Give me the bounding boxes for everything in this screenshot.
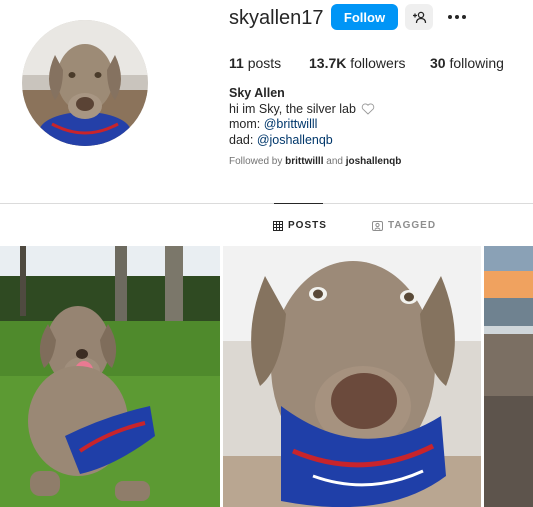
stat-posts: 11 posts [229, 55, 281, 71]
following-label: following [449, 55, 504, 71]
bio-line: hi im Sky, the silver lab [229, 102, 375, 118]
followers-label: followers [350, 55, 406, 71]
mom-mention-link[interactable]: @brittwilll [264, 117, 318, 131]
followed-by-user2[interactable]: joshallenqb [346, 156, 402, 167]
dad-mention-link[interactable]: @joshallenqb [257, 133, 333, 147]
followed-by-prefix: Followed by [229, 156, 286, 167]
follow-button[interactable]: Follow [331, 4, 398, 30]
followed-by-user1[interactable]: brittwilll [285, 156, 323, 167]
post-image-dog-closeup [223, 246, 481, 507]
active-tab-indicator [274, 203, 323, 204]
profile-username: skyallen17 [229, 7, 324, 29]
bio-dad-prefix: dad: [229, 132, 257, 147]
profile-full-name: Sky Allen [229, 86, 285, 100]
stat-followers[interactable]: 13.7K followers [309, 55, 406, 71]
more-horizontal-icon [448, 15, 466, 19]
post-image-beach-sunset [484, 246, 533, 507]
tab-tagged[interactable]: TAGGED [372, 220, 436, 231]
tabs-divider [0, 203, 533, 204]
stat-following[interactable]: 30 following [430, 55, 504, 71]
more-options-button[interactable] [444, 6, 470, 28]
post-tile-1[interactable] [0, 246, 220, 507]
following-count: 30 [430, 55, 446, 71]
suggested-accounts-button[interactable] [405, 4, 433, 30]
post-image-dog-in-grass [0, 246, 220, 507]
add-person-icon [412, 11, 426, 23]
followed-by[interactable]: Followed by brittwilll and joshallenqb [229, 156, 401, 167]
bio-text: hi im Sky, the silver lab [229, 101, 356, 116]
avatar-dog-image [22, 20, 148, 146]
tagged-icon [372, 220, 383, 231]
bio-dad-line: dad: @joshallenqb [229, 133, 375, 149]
tab-posts-label: POSTS [288, 220, 327, 231]
posts-label: posts [247, 55, 282, 71]
post-tile-2[interactable] [223, 246, 481, 507]
post-tile-3[interactable] [484, 246, 533, 507]
bio-mom-prefix: mom: [229, 117, 264, 131]
bio-mom-line: mom: @brittwilll [229, 117, 375, 133]
grid-icon [273, 220, 283, 231]
profile-bio: Sky Allen hi im Sky, the silver lab mom:… [229, 86, 375, 148]
tab-posts[interactable]: POSTS [273, 220, 327, 231]
white-heart-icon [362, 103, 375, 115]
followers-count: 13.7K [309, 55, 347, 71]
profile-avatar[interactable] [22, 20, 148, 146]
posts-count: 11 [229, 55, 244, 71]
tab-tagged-label: TAGGED [388, 220, 437, 231]
followed-by-and: and [323, 156, 346, 167]
